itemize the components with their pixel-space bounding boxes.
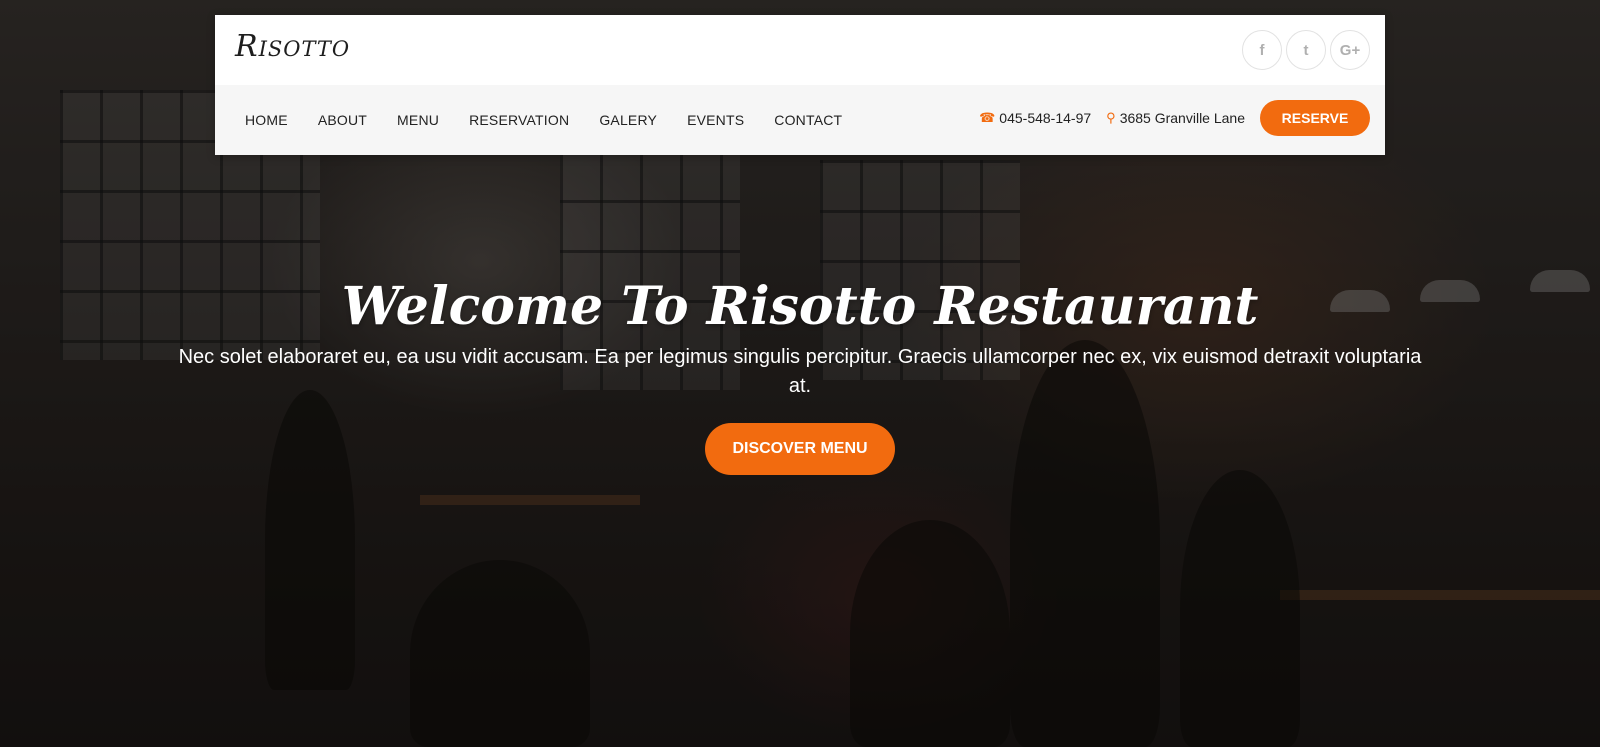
header-top-bar: Risotto f t G+ (215, 15, 1385, 85)
site-logo[interactable]: Risotto (235, 29, 350, 64)
nav-item-about[interactable]: ABOUT (318, 112, 367, 128)
address-info: ⚲ 3685 Granville Lane (1106, 110, 1245, 126)
nav-item-events[interactable]: EVENTS (687, 112, 744, 128)
address-text: 3685 Granville Lane (1119, 110, 1245, 126)
nav-item-menu[interactable]: MENU (397, 112, 439, 128)
google-plus-icon[interactable]: G+ (1330, 30, 1370, 70)
discover-menu-button[interactable]: DISCOVER MENU (705, 423, 895, 475)
facebook-icon[interactable]: f (1242, 30, 1282, 70)
hero-section: Welcome To Risotto Restaurant Nec solet … (0, 275, 1600, 475)
nav-item-galery[interactable]: GALERY (599, 112, 657, 128)
hero-title: Welcome To Risotto Restaurant (341, 276, 1259, 337)
phone-info: ☎ 045-548-14-97 (979, 110, 1091, 126)
reserve-button[interactable]: RESERVE (1260, 100, 1370, 136)
phone-icon: ☎ (979, 110, 996, 125)
main-nav: HOME ABOUT MENU RESERVATION GALERY EVENT… (215, 85, 1385, 155)
nav-item-reservation[interactable]: RESERVATION (469, 112, 569, 128)
site-header: Risotto f t G+ HOME ABOUT MENU RESERVATI… (215, 15, 1385, 155)
nav-item-home[interactable]: HOME (245, 112, 288, 128)
twitter-icon[interactable]: t (1286, 30, 1326, 70)
hero-description: Nec solet elaboraret eu, ea usu vidit ac… (178, 346, 1422, 397)
nav-menu: HOME ABOUT MENU RESERVATION GALERY EVENT… (215, 112, 872, 128)
contact-info: ☎ 045-548-14-97 ⚲ 3685 Granville Lane RE… (979, 100, 1370, 136)
nav-item-contact[interactable]: CONTACT (774, 112, 842, 128)
map-marker-icon: ⚲ (1106, 110, 1116, 125)
social-links: f t G+ (1242, 30, 1370, 70)
phone-number: 045-548-14-97 (999, 110, 1092, 126)
